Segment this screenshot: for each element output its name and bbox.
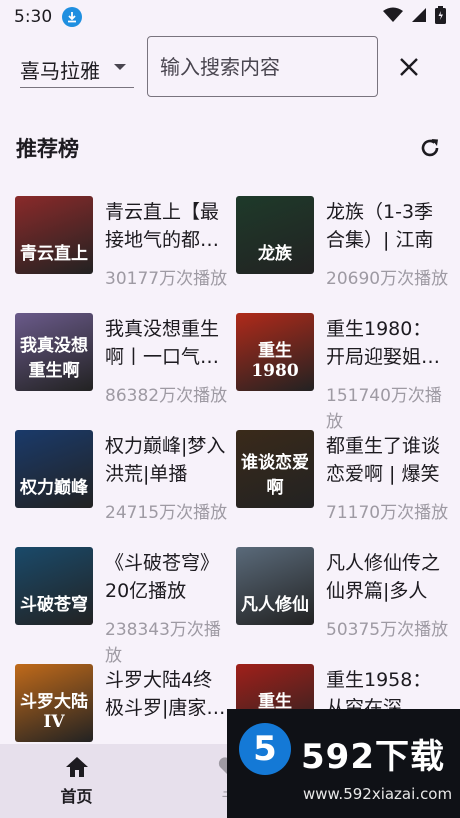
book-play-count: 30177万次播放	[105, 269, 228, 289]
search-input[interactable]	[160, 54, 365, 79]
wifi-icon	[383, 7, 403, 28]
book-item[interactable]: 龙族 龙族（1-3季合集）| 江南 20690万次播放	[236, 196, 456, 312]
book-cover[interactable]: 青云直上	[15, 196, 93, 274]
refresh-icon	[421, 139, 439, 157]
book-cover-art-text: 凡人修仙	[241, 595, 309, 615]
section-title: 推荐榜	[16, 137, 79, 161]
watermark-logo: 5	[239, 723, 291, 775]
book-title[interactable]: 都重生了谁谈恋爱啊 | 爆笑	[326, 432, 450, 488]
book-cover[interactable]: 斗破苍穹	[15, 547, 93, 625]
book-play-count: 238343万次播放	[105, 620, 221, 666]
dropdown-caret-icon	[114, 64, 126, 70]
search-row: 喜马拉雅	[0, 36, 460, 98]
book-title[interactable]: 我真没想重生啊丨一口气听完	[105, 315, 229, 371]
nav-label-home: 首页	[60, 787, 93, 806]
book-cover-art-text: 谁谈恋爱啊	[241, 453, 309, 498]
signal-icon	[411, 7, 427, 28]
book-title[interactable]: 斗罗大陆4终极斗罗|唐家三少	[105, 666, 229, 722]
home-icon	[65, 757, 88, 777]
book-title[interactable]: 青云直上【最接地气的都市官场】	[105, 198, 229, 254]
book-cover-art-text: 权力巅峰	[20, 478, 88, 498]
source-dropdown[interactable]: 喜马拉雅	[20, 52, 134, 88]
book-play-count: 20690万次播放	[326, 269, 449, 289]
book-cover[interactable]: 我真没想重生啊	[15, 313, 93, 391]
book-play-count: 50375万次播放	[326, 620, 449, 640]
book-cover[interactable]: 谁谈恋爱啊	[236, 430, 314, 508]
status-time: 5:30	[14, 7, 53, 27]
book-title[interactable]: 《斗破苍穹》20亿播放	[105, 549, 229, 605]
source-selected-value: 喜马拉雅	[20, 59, 100, 83]
book-cover-art-text: 我真没想重生啊	[20, 336, 88, 381]
status-bar: 5:30	[0, 0, 460, 34]
recommend-header: 推荐榜	[16, 128, 444, 168]
book-cover-art-text: 重生1980	[251, 341, 299, 381]
book-cover-art-text: 青云直上	[20, 244, 88, 264]
book-play-count: 71170万次播放	[326, 503, 449, 523]
book-item[interactable]: 权力巅峰 权力巅峰|梦入洪荒|单播 24715万次播放	[15, 430, 235, 546]
book-cover-art-text: 龙族	[258, 244, 292, 264]
book-title[interactable]: 权力巅峰|梦入洪荒|单播	[105, 432, 229, 488]
nav-item-home[interactable]: 首页	[0, 744, 153, 818]
book-title[interactable]: 龙族（1-3季合集）| 江南	[326, 198, 450, 254]
watermark-title: 592下载	[301, 737, 445, 777]
book-item[interactable]: 我真没想重生啊我真没想重生啊丨一口气听完 86382万次播放	[15, 313, 235, 429]
download-icon	[62, 7, 83, 27]
watermark-banner: 5 592下载 www.592xiazai.com	[227, 709, 460, 818]
book-play-count: 24715万次播放	[105, 503, 228, 523]
book-cover[interactable]: 凡人修仙	[236, 547, 314, 625]
book-play-count: 151740万次播放	[326, 386, 442, 432]
book-item[interactable]: 谁谈恋爱啊 都重生了谁谈恋爱啊 | 爆笑 71170万次播放	[236, 430, 456, 546]
book-item[interactable]: 青云直上青云直上【最接地气的都市官场】 30177万次播放	[15, 196, 235, 312]
book-item[interactable]: 凡人修仙 凡人修仙传之仙界篇|多人 50375万次播放	[236, 547, 456, 663]
search-field[interactable]	[147, 36, 378, 97]
clear-search-button[interactable]	[394, 52, 424, 82]
book-cover[interactable]: 斗罗大陆IV	[15, 664, 93, 742]
book-cover-art-text: 斗罗大陆IV	[20, 692, 88, 732]
book-item[interactable]: 重生1980 重生1980：开局迎娶姐姐闺蜜 151740万次播放	[236, 313, 456, 432]
battery-icon	[435, 5, 446, 29]
book-cover[interactable]: 权力巅峰	[15, 430, 93, 508]
book-title[interactable]: 凡人修仙传之仙界篇|多人	[326, 549, 450, 605]
book-cover-art-text: 斗破苍穹	[20, 595, 88, 615]
book-item[interactable]: 斗破苍穹 《斗破苍穹》20亿播放 238343万次播放	[15, 547, 235, 666]
refresh-button[interactable]	[416, 134, 444, 162]
close-icon	[400, 58, 418, 76]
book-cover[interactable]: 龙族	[236, 196, 314, 274]
book-cover[interactable]: 重生1980	[236, 313, 314, 391]
watermark-url: www.592xiazai.com	[303, 785, 453, 803]
book-play-count: 86382万次播放	[105, 386, 228, 406]
book-title[interactable]: 重生1980：开局迎娶姐姐闺蜜	[326, 315, 450, 371]
